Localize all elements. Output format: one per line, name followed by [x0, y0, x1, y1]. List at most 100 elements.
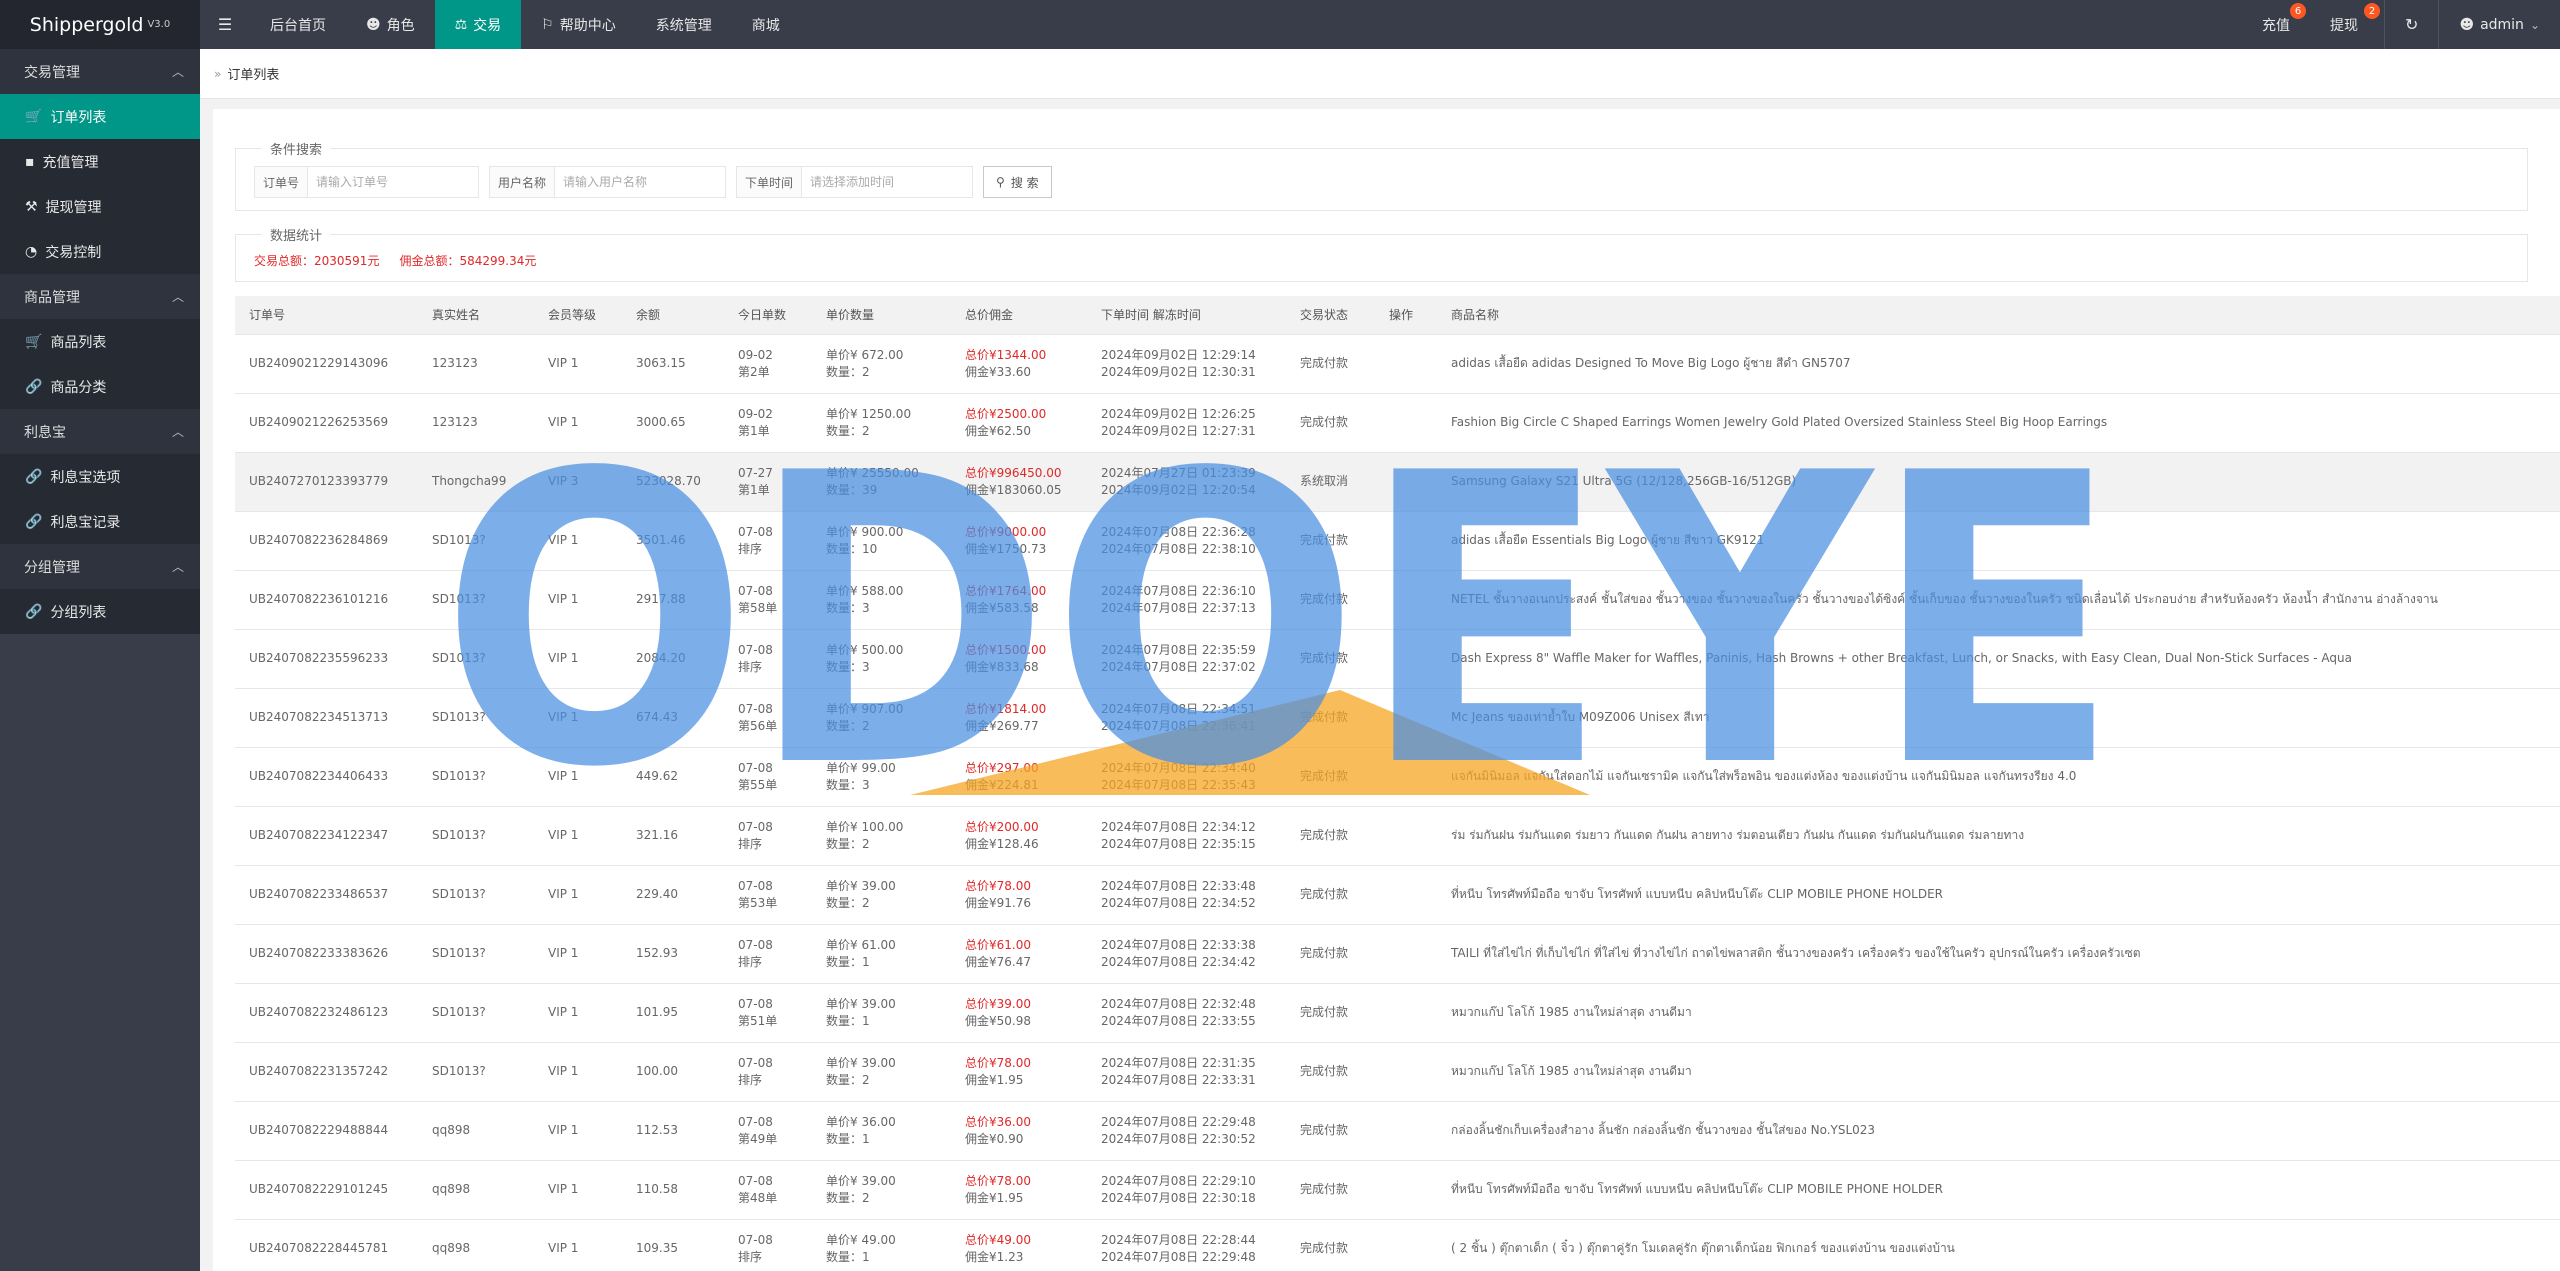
row-actions[interactable] — [1375, 452, 1437, 512]
sidebar-item-withdraw[interactable]: ⚒ 提现管理 — [0, 184, 200, 229]
app-logo[interactable]: Shippergold V3.0 — [0, 0, 200, 49]
table-row[interactable]: UB2407082235596233 SD1013? VIP 1 2084.20 07-… — [235, 629, 2560, 689]
order-id: UB2407082233486537 — [235, 865, 418, 925]
balance: 110.58 — [622, 1160, 724, 1220]
sidebar-group-interest[interactable]: 利息宝 ︿ — [0, 409, 200, 454]
table-row[interactable]: UB2409021226253569 123123 VIP 1 3000.65 09-0… — [235, 393, 2560, 453]
balance: 3501.46 — [622, 511, 724, 571]
row-actions[interactable] — [1375, 1042, 1437, 1102]
table-row[interactable]: UB2409021229143096 123123 VIP 1 3063.15 09-0… — [235, 334, 2560, 394]
link-icon: 🔗 — [25, 513, 43, 530]
today-count: 07-08 排序 — [724, 924, 812, 984]
row-actions[interactable] — [1375, 393, 1437, 453]
price-qty: 单价¥ 500.00 数量：3 — [812, 629, 951, 689]
unfreeze-time: 2024年07月08日 22:33:31 — [1101, 1072, 1256, 1087]
nav-trade[interactable]: ⚖ 交易 — [434, 0, 522, 49]
sidebar-item-recharge[interactable]: ▪ 充值管理 — [0, 139, 200, 184]
user-menu[interactable]: ☻ admin ⌄ — [2439, 0, 2560, 49]
sidebar-item-goods-category[interactable]: 🔗 商品分类 — [0, 364, 200, 409]
cart-icon: 🛒 — [25, 108, 43, 125]
sidebar-group-trade[interactable]: 交易管理 ︿ — [0, 49, 200, 94]
sidebar-group-goods[interactable]: 商品管理 ︿ — [0, 274, 200, 319]
row-actions[interactable] — [1375, 1160, 1437, 1220]
username-input[interactable] — [555, 167, 726, 197]
today-count: 07-08 第53单 — [724, 865, 812, 925]
sidebar-item-goods-list[interactable]: 🛒 商品列表 — [0, 319, 200, 364]
total-price: 总价¥200.00 — [965, 819, 1039, 834]
sidebar-item-trade-control[interactable]: ◔ 交易控制 — [0, 229, 200, 274]
order-time: 2024年07月08日 22:32:48 — [1101, 996, 1256, 1011]
table-row[interactable]: UB2407082229101245 qq898 VIP 1 110.58 07-08 第… — [235, 1160, 2560, 1220]
recharge-button[interactable]: 充值 6 — [2242, 0, 2310, 49]
row-actions[interactable] — [1375, 924, 1437, 984]
row-actions[interactable] — [1375, 570, 1437, 630]
trade-status: 完成付款 — [1286, 334, 1375, 394]
table-row[interactable]: UB2407082234406433 SD1013? VIP 1 449.62 07-0… — [235, 747, 2560, 807]
unit-price: 单价¥ 900.00 — [826, 524, 904, 539]
sidebar-group-groups[interactable]: 分组管理 ︿ — [0, 544, 200, 589]
table-row[interactable]: UB2407082236284869 SD1013? VIP 1 3501.46 07-… — [235, 511, 2560, 571]
sidebar-item-interest-records[interactable]: 🔗 利息宝记录 — [0, 499, 200, 544]
nav-help[interactable]: ⚐ 帮助中心 — [521, 0, 636, 49]
search-button[interactable]: ⚲ 搜 索 — [983, 166, 1052, 198]
table-row[interactable]: UB2407270123393779 Thongcha99 VIP 3 523028.… — [235, 452, 2560, 512]
real-name: SD1013? — [418, 806, 534, 866]
total-price: 总价¥1764.00 — [965, 583, 1047, 598]
search-section: 条件搜索 订单号 用户名称 下单时间 ⚲ 搜 索 — [235, 139, 2528, 211]
menu-toggle-button[interactable]: ☰ — [200, 0, 250, 49]
table-row[interactable]: UB2407082234513713 SD1013? VIP 1 674.43 07-0… — [235, 688, 2560, 748]
table-row[interactable]: UB2407082236101216 SD1013? VIP 1 2917.88 07-… — [235, 570, 2560, 630]
withdraw-button[interactable]: 提现 2 — [2310, 0, 2384, 49]
row-actions[interactable] — [1375, 511, 1437, 571]
row-actions[interactable] — [1375, 629, 1437, 689]
order-id: UB2407082228445781 — [235, 1219, 418, 1271]
row-actions[interactable] — [1375, 334, 1437, 394]
order-rank: 第58单 — [738, 600, 778, 615]
row-actions[interactable] — [1375, 688, 1437, 748]
balance: 152.93 — [622, 924, 724, 984]
link-icon: 🔗 — [25, 378, 43, 395]
order-time: 2024年07月08日 22:34:40 — [1101, 760, 1256, 775]
table-row[interactable]: UB2407082228445781 qq898 VIP 1 109.35 07-08 排… — [235, 1219, 2560, 1271]
app-title: Shippergold — [29, 13, 144, 36]
table-row[interactable]: UB2407082232486123 SD1013? VIP 1 101.95 07-0… — [235, 983, 2560, 1043]
table-row[interactable]: UB2407082233486537 SD1013? VIP 1 229.40 07-0… — [235, 865, 2560, 925]
refresh-button[interactable]: ↻ — [2385, 0, 2438, 49]
quantity: 数量：39 — [826, 482, 878, 497]
quantity: 数量：1 — [826, 1249, 870, 1264]
order-date: 07-08 — [738, 642, 773, 657]
nav-system[interactable]: 系统管理 — [636, 0, 732, 49]
sidebar-item-order-list[interactable]: 🛒 订单列表 — [0, 94, 200, 139]
nav-role[interactable]: ☻ 角色 — [346, 0, 435, 49]
table-row[interactable]: UB2407082234122347 SD1013? VIP 1 321.16 07-0… — [235, 806, 2560, 866]
trade-status: 完成付款 — [1286, 747, 1375, 807]
nav-home[interactable]: 后台首页 — [250, 0, 346, 49]
balance: 523028.70 — [622, 452, 724, 512]
order-date: 07-08 — [738, 583, 773, 598]
row-actions[interactable] — [1375, 1101, 1437, 1161]
sidebar-item-group-list[interactable]: 🔗 分组列表 — [0, 589, 200, 634]
row-actions[interactable] — [1375, 865, 1437, 925]
real-name: qq898 — [418, 1160, 534, 1220]
balance: 3000.65 — [622, 393, 724, 453]
sidebar-item-interest-options[interactable]: 🔗 利息宝选项 — [0, 454, 200, 499]
row-actions[interactable] — [1375, 983, 1437, 1043]
unit-price: 单价¥ 39.00 — [826, 1055, 896, 1070]
total-commission: 总价¥996450.00 佣金¥183060.05 — [951, 452, 1087, 512]
refresh-icon: ↻ — [2405, 15, 2419, 34]
member-level: VIP 1 — [534, 1160, 622, 1220]
col-today-count: 今日单数 — [724, 296, 812, 335]
order-no-input[interactable] — [308, 167, 479, 197]
col-price-qty: 单价数量 — [812, 296, 951, 335]
nav-mall[interactable]: 商城 — [732, 0, 800, 49]
table-row[interactable]: UB2407082229488844 qq898 VIP 1 112.53 07-08 第… — [235, 1101, 2560, 1161]
row-actions[interactable] — [1375, 806, 1437, 866]
row-actions[interactable] — [1375, 747, 1437, 807]
table-row[interactable]: UB2407082231357242 SD1013? VIP 1 100.00 07-0… — [235, 1042, 2560, 1102]
product-name: Samsung Galaxy S21 Ultra 5G (12/128,256G… — [1437, 452, 2560, 512]
unfreeze-time: 2024年07月08日 22:30:52 — [1101, 1131, 1256, 1146]
row-actions[interactable] — [1375, 1219, 1437, 1271]
order-time-input[interactable] — [802, 167, 973, 197]
product-name: กล่องลิ้นชักเก็บเครื่องสำอาง ลิ้นชัก กล่… — [1437, 1101, 2560, 1161]
table-row[interactable]: UB2407082233383626 SD1013? VIP 1 152.93 07-0… — [235, 924, 2560, 984]
